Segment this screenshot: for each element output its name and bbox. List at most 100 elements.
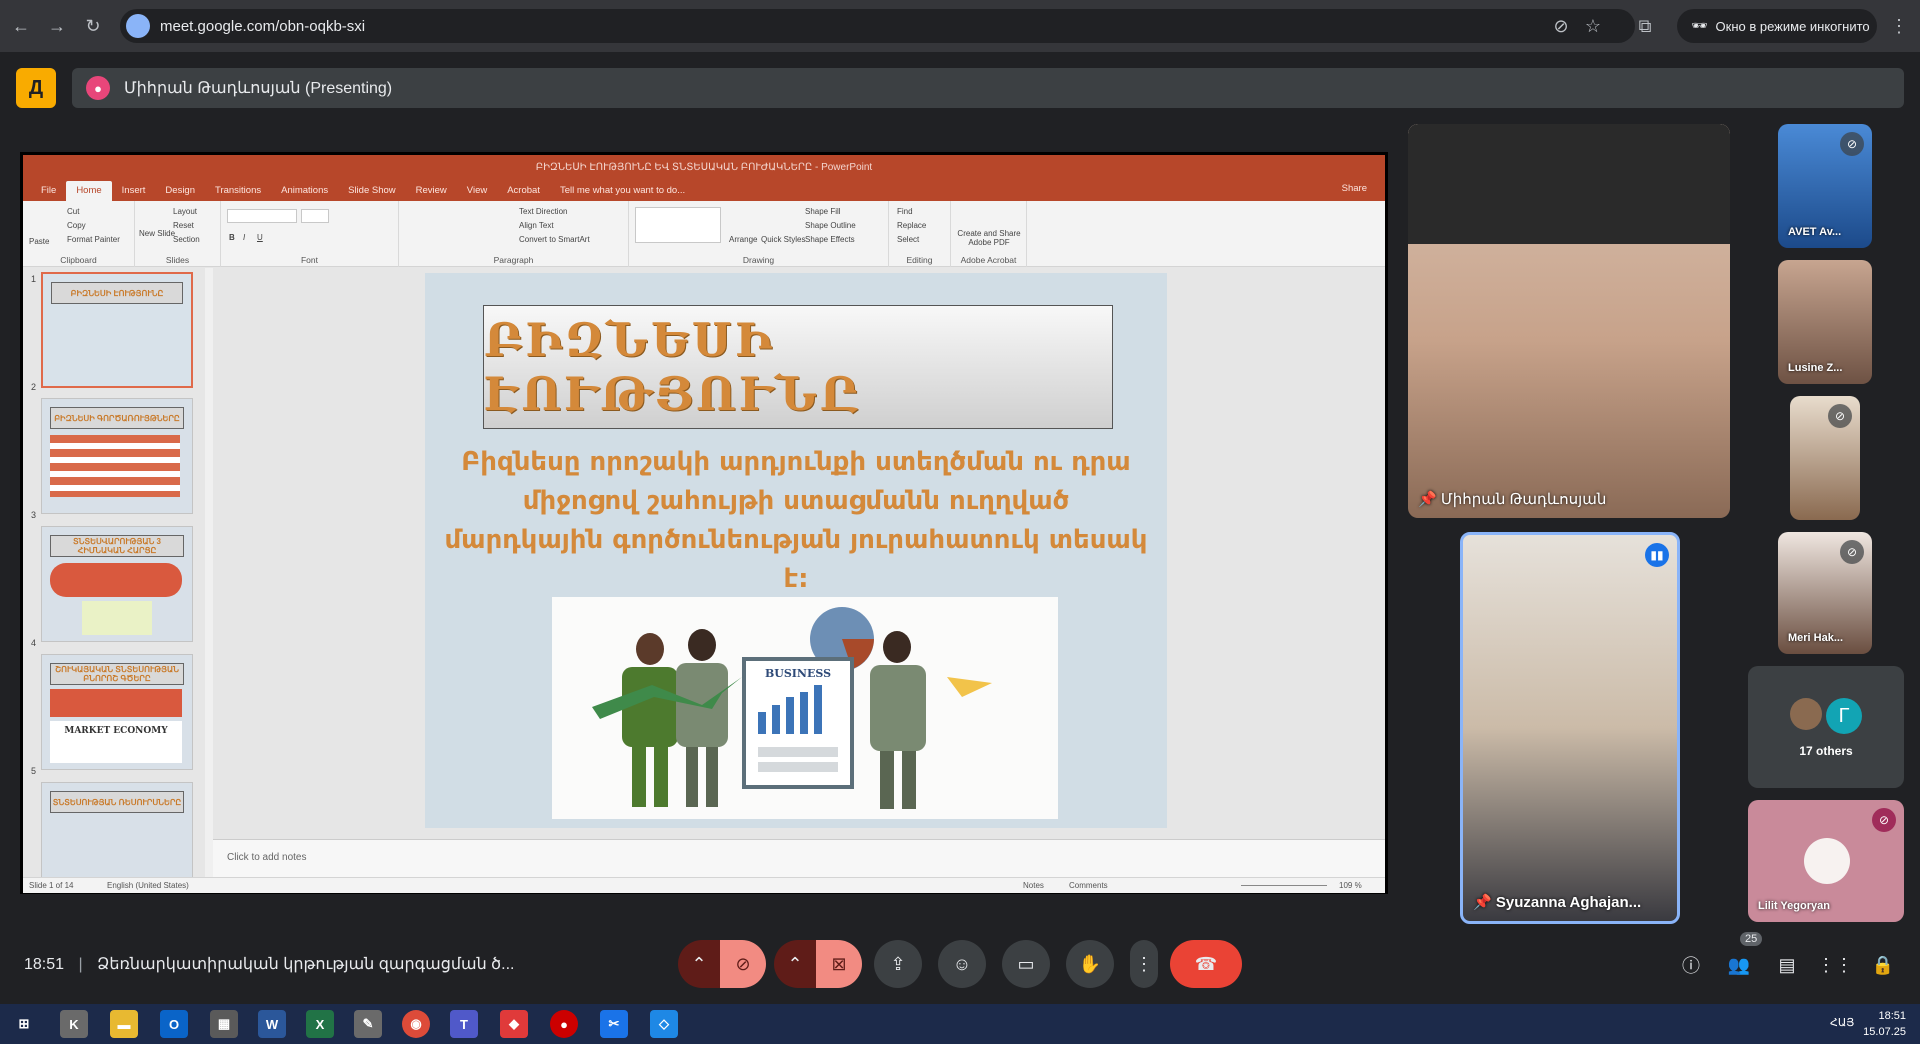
app-icon[interactable]: K xyxy=(60,1010,88,1038)
file-explorer-icon[interactable]: ▬ xyxy=(110,1010,138,1038)
underline-icon[interactable]: U xyxy=(257,233,263,242)
tab-insert[interactable]: Insert xyxy=(112,185,156,201)
tab-review[interactable]: Review xyxy=(406,185,457,201)
font-size-box[interactable] xyxy=(301,209,329,223)
mic-off-button[interactable]: ⊘ xyxy=(720,940,766,988)
teams-icon[interactable]: T xyxy=(450,1010,478,1038)
participant-tile[interactable]: ⊘ xyxy=(1790,396,1860,520)
tab-acrobat[interactable]: Acrobat xyxy=(497,185,550,201)
tab-transitions[interactable]: Transitions xyxy=(205,185,271,201)
shapes-gallery[interactable] xyxy=(635,207,721,243)
tab-slide-show[interactable]: Slide Show xyxy=(338,185,406,201)
camera-options-button[interactable]: ⌃ xyxy=(774,940,816,988)
reset-button[interactable]: Reset xyxy=(173,221,194,230)
replace-button[interactable]: Replace xyxy=(897,221,926,230)
windows-start-icon[interactable]: ⊞ xyxy=(10,1010,38,1038)
system-clock[interactable]: 18:51 15.07.25 xyxy=(1863,1008,1906,1040)
arrange-button[interactable]: Arrange xyxy=(729,235,757,244)
captions-button[interactable]: ▭ xyxy=(1002,940,1050,988)
chat-button[interactable]: ▤ xyxy=(1772,950,1802,980)
raise-hand-button[interactable]: ✋ xyxy=(1066,940,1114,988)
slide-thumbnail[interactable]: ԲԻԶՆԵՍԻ ԳՈՐԾԱՌՈՒՅԹՆԵՐԸ xyxy=(41,398,193,514)
current-slide[interactable]: ԲԻԶՆԵՍԻ ԷՈՒԹՅՈՒՆԸ Բիզնեսը որոշակի արդյու… xyxy=(425,273,1167,828)
copy-button[interactable]: Copy xyxy=(67,221,86,230)
cut-button[interactable]: Cut xyxy=(67,207,79,216)
shape-fill-button[interactable]: Shape Fill xyxy=(805,207,841,216)
paste-button[interactable]: Paste xyxy=(29,237,49,246)
app-icon[interactable]: ✎ xyxy=(354,1010,382,1038)
participant-tile[interactable]: ⊘ Lilit Yegoryan xyxy=(1748,800,1904,922)
participant-tile[interactable]: ▮▮ 📌 Syuzanna Aghajan... xyxy=(1460,532,1680,924)
leave-call-button[interactable]: ☎ xyxy=(1170,940,1242,988)
incognito-indicator[interactable]: 🕶 Окно в режиме инкогнито xyxy=(1677,9,1877,43)
app-icon[interactable]: ◇ xyxy=(650,1010,678,1038)
text-direction-button[interactable]: Text Direction xyxy=(519,207,567,216)
others-tile[interactable]: Г 17 others xyxy=(1748,666,1904,788)
address-bar[interactable]: meet.google.com/obn-oqkb-sxi xyxy=(120,9,1635,43)
shape-outline-button[interactable]: Shape Outline xyxy=(805,221,856,230)
quick-styles-button[interactable]: Quick Styles xyxy=(761,235,805,244)
tab-animations[interactable]: Animations xyxy=(271,185,338,201)
excel-icon[interactable]: X xyxy=(306,1010,334,1038)
chrome-icon[interactable]: ◉ xyxy=(402,1010,430,1038)
tab-design[interactable]: Design xyxy=(155,185,205,201)
more-options-button[interactable]: ⋮ xyxy=(1130,940,1158,988)
notes-toggle[interactable]: Notes xyxy=(1023,881,1044,890)
find-button[interactable]: Find xyxy=(897,207,913,216)
zoom-level[interactable]: 109 % xyxy=(1339,881,1362,890)
slide-title-box[interactable]: ԲԻԶՆԵՍԻ ԷՈՒԹՅՈՒՆԸ xyxy=(483,305,1113,429)
language-indicator[interactable]: English (United States) xyxy=(107,881,189,890)
slide-thumbnail[interactable]: ՇՈՒԿԱՅԱԿԱՆ ՏՆՏԵՍՈՒԹՅԱՆ ԲՆՈՐՈՇ ԳԾԵՐԸ MARK… xyxy=(41,654,193,770)
comments-toggle[interactable]: Comments xyxy=(1069,881,1108,890)
format-painter-button[interactable]: Format Painter xyxy=(67,235,120,244)
tab-file[interactable]: File xyxy=(31,185,66,201)
host-controls-button[interactable]: 🔒 xyxy=(1868,950,1898,980)
meeting-details-button[interactable]: ⓘ xyxy=(1676,950,1706,980)
tab-view[interactable]: View xyxy=(457,185,497,201)
shape-effects-button[interactable]: Shape Effects xyxy=(805,235,855,244)
camera-off-button[interactable]: ⊠ xyxy=(816,940,862,988)
slide-body-text[interactable]: Բիզնեսը որոշակի արդյունքի ստեղծման ու դր… xyxy=(443,443,1149,599)
outlook-icon[interactable]: O xyxy=(160,1010,188,1038)
participant-tile[interactable]: ⊘ Meri Hak... xyxy=(1778,532,1872,654)
record-icon[interactable]: ● xyxy=(550,1010,578,1038)
slide-thumbnail[interactable]: ՏՆՏԵՍՈՒԹՅԱՆ ՌԵՍՈՒՐՍՆԵՐԸ xyxy=(41,782,193,878)
tell-me-search[interactable]: Tell me what you want to do... xyxy=(550,185,695,201)
select-button[interactable]: Select xyxy=(897,235,919,244)
star-icon[interactable]: ☆ xyxy=(1578,11,1608,41)
word-icon[interactable]: W xyxy=(258,1010,286,1038)
people-button[interactable]: 👥 25 xyxy=(1724,932,1763,980)
bold-icon[interactable]: B xyxy=(229,233,235,242)
font-name-box[interactable] xyxy=(227,209,297,223)
reactions-button[interactable]: ☺ xyxy=(938,940,986,988)
thumbnail-scrollbar[interactable] xyxy=(205,268,213,878)
extensions-icon[interactable]: ⧉ xyxy=(1630,11,1660,41)
create-pdf-button[interactable]: Create and Share Adobe PDF xyxy=(955,229,1023,247)
forward-icon[interactable]: → xyxy=(42,11,72,41)
italic-icon[interactable]: I xyxy=(243,233,245,242)
site-info-icon[interactable] xyxy=(126,14,150,38)
activities-button[interactable]: ⋮⋮ xyxy=(1817,950,1853,980)
reload-icon[interactable]: ↻ xyxy=(78,11,108,41)
back-icon[interactable]: ← xyxy=(6,11,36,41)
layout-button[interactable]: Layout xyxy=(173,207,197,216)
slide-thumbnail[interactable]: ՏՆՏԵՍՎԱՐՈՒԹՅԱՆ 3 ՀԻՄՆԱԿԱՆ ՀԱՐՑԸ xyxy=(41,526,193,642)
eye-off-icon[interactable]: ⊘ xyxy=(1546,11,1576,41)
section-button[interactable]: Section xyxy=(173,235,200,244)
new-slide-button[interactable]: New Slide xyxy=(139,229,175,238)
tab-home[interactable]: Home xyxy=(66,181,112,201)
snipping-tool-icon[interactable]: ✂ xyxy=(600,1010,628,1038)
business-illustration[interactable]: BUSINESS xyxy=(552,597,1058,819)
calculator-icon[interactable]: ▦ xyxy=(210,1010,238,1038)
participant-tile[interactable]: Lusine Z... xyxy=(1778,260,1872,384)
participant-tile[interactable]: ⊘ AVET Av... xyxy=(1778,124,1872,248)
align-text-button[interactable]: Align Text xyxy=(519,221,554,230)
participant-tile[interactable]: 📌 Միհրան Թադևոսյան xyxy=(1408,124,1730,518)
anydesk-icon[interactable]: ◆ xyxy=(500,1010,528,1038)
present-button[interactable]: ⇪ xyxy=(874,940,922,988)
menu-icon[interactable]: ⋮ xyxy=(1884,11,1914,41)
zoom-slider[interactable] xyxy=(1241,885,1327,886)
ppt-share-button[interactable]: Share xyxy=(1342,183,1367,194)
notes-pane[interactable]: Click to add notes xyxy=(213,839,1385,877)
slide-thumbnail[interactable]: ԲԻԶՆԵՍԻ ԷՈՒԹՅՈՒՆԸ xyxy=(41,272,193,388)
